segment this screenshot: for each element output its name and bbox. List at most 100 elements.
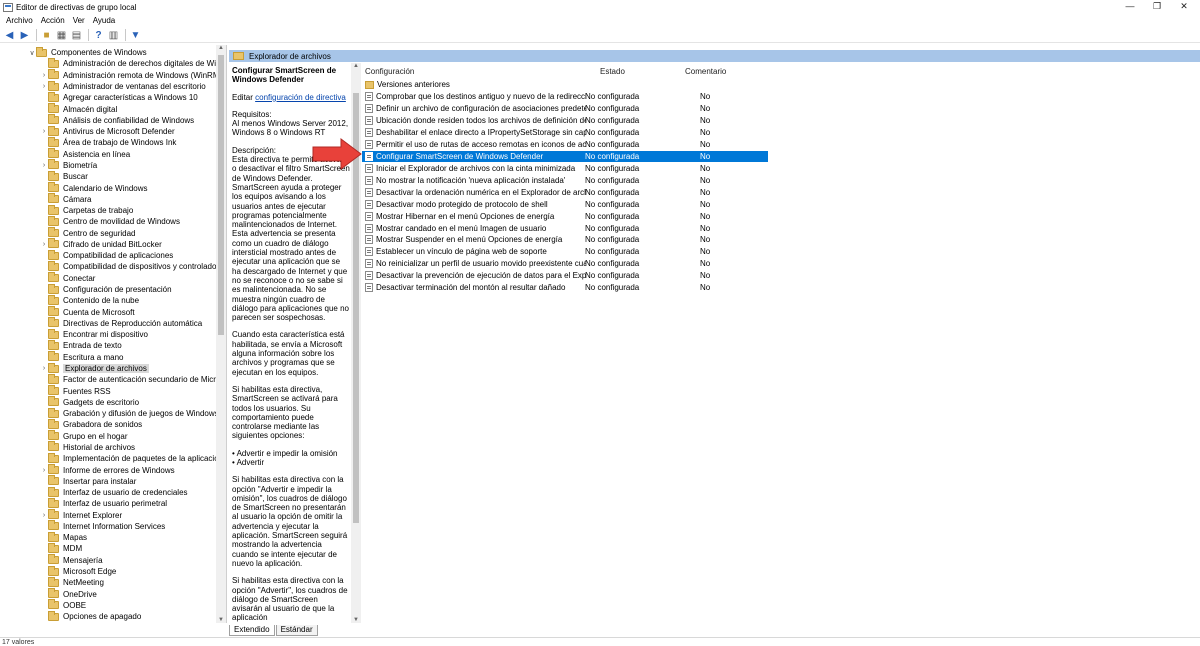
tree-item[interactable]: Directivas de Reproducción automática xyxy=(40,317,202,329)
expand-icon[interactable]: › xyxy=(40,162,48,169)
tree-item[interactable]: Interfaz de usuario perimetral xyxy=(40,497,167,509)
tree-item[interactable]: › Antivirus de Microsoft Defender xyxy=(40,125,175,137)
policy-row[interactable]: Mostrar Suspender en el menú Opciones de… xyxy=(362,234,768,246)
policy-row[interactable]: Desactivar modo protegido de protocolo d… xyxy=(362,198,768,210)
tree-item[interactable]: Administración de derechos digitales de … xyxy=(40,57,226,69)
menu-ayuda[interactable]: Ayuda xyxy=(89,14,120,27)
tree-item[interactable]: Internet Information Services xyxy=(40,520,165,532)
tree-item[interactable]: Grabación y difusión de juegos de Window… xyxy=(40,407,219,419)
export-list-icon[interactable]: ▤ xyxy=(70,29,83,42)
policy-row[interactable]: Mostrar candado en el menú Imagen de usu… xyxy=(362,222,768,234)
tree-item[interactable]: Opciones de apagado xyxy=(40,610,141,622)
tree-item[interactable]: Interfaz de usuario de credenciales xyxy=(40,486,188,498)
tree-item[interactable]: Centro de movilidad de Windows xyxy=(40,215,180,227)
tree-item[interactable]: Centro de seguridad xyxy=(40,227,136,239)
scroll-down-icon[interactable]: ▼ xyxy=(216,617,226,623)
scroll-up-icon[interactable]: ▲ xyxy=(351,63,361,69)
tab-estandar[interactable]: Estándar xyxy=(275,625,318,636)
maximize-button[interactable]: ❐ xyxy=(1147,0,1167,14)
show-hide-tree-icon[interactable]: ▦ xyxy=(55,29,68,42)
tree-item[interactable]: › Internet Explorer xyxy=(40,509,122,521)
properties-icon[interactable]: ▥ xyxy=(107,29,120,42)
scroll-thumb[interactable] xyxy=(218,55,224,335)
tree-item[interactable]: Carpetas de trabajo xyxy=(40,204,133,216)
scroll-down-icon[interactable]: ▼ xyxy=(351,617,361,623)
expand-icon[interactable]: › xyxy=(40,241,48,248)
tree-item[interactable]: › Cifrado de unidad BitLocker xyxy=(40,238,162,250)
close-button[interactable]: ✕ xyxy=(1174,0,1194,14)
tree-item[interactable]: Configuración de presentación xyxy=(40,283,172,295)
policy-row[interactable]: Desactivar terminación del montón al res… xyxy=(362,282,768,294)
tree-item[interactable]: Factor de autenticación secundario de Mi… xyxy=(40,373,224,385)
tree-item[interactable]: Mapas xyxy=(40,531,87,543)
policy-row[interactable]: No reinicializar un perfil de usuario mo… xyxy=(362,258,768,270)
tree-item[interactable]: OneDrive xyxy=(40,588,97,599)
tree-item[interactable]: Grabadora de sonidos xyxy=(40,418,142,430)
tree-item[interactable]: Contenido de la nube xyxy=(40,294,139,306)
column-header-setting[interactable]: Configuración xyxy=(365,67,414,76)
policy-row[interactable]: Desactivar la ordenación numérica en el … xyxy=(362,186,768,198)
tree-item[interactable]: Agregar características a Windows 10 xyxy=(40,91,198,103)
policy-row[interactable]: Mostrar Hibernar en el menú Opciones de … xyxy=(362,210,768,222)
policy-row[interactable]: Definir un archivo de configuración de a… xyxy=(362,103,768,115)
collapse-icon[interactable]: ∨ xyxy=(28,49,36,57)
tree-item[interactable]: Cámara xyxy=(40,193,91,205)
tree-item[interactable]: Compatibilidad de dispositivos y control… xyxy=(40,260,224,272)
tree-item[interactable]: Gadgets de escritorio xyxy=(40,396,139,408)
edit-policy-link[interactable]: configuración de directiva xyxy=(255,93,346,102)
expand-icon[interactable]: › xyxy=(40,83,48,90)
tree-item[interactable]: Historial de archivos xyxy=(40,441,135,453)
expand-icon[interactable]: › xyxy=(40,365,48,372)
tree-item[interactable]: Conectar xyxy=(40,272,95,284)
column-header-comment[interactable]: Comentario xyxy=(685,67,726,76)
policy-row[interactable]: Iniciar el Explorador de archivos con la… xyxy=(362,163,768,175)
menu-archivo[interactable]: Archivo xyxy=(2,14,37,27)
policy-row[interactable]: Desactivar la prevención de ejecución de… xyxy=(362,270,768,282)
tree-item[interactable]: Fuentes RSS xyxy=(40,385,111,396)
tree-item[interactable]: Entrada de texto xyxy=(40,339,122,351)
expand-icon[interactable]: › xyxy=(40,128,48,135)
minimize-button[interactable]: — xyxy=(1120,0,1140,14)
tree-item[interactable]: Almacén digital xyxy=(40,103,117,114)
tree-item[interactable]: Escritura a mano xyxy=(40,351,123,363)
filter-icon[interactable]: ▼ xyxy=(129,29,142,42)
tree-item[interactable]: › Explorador de archivos xyxy=(40,362,149,374)
up-folder-icon[interactable]: ■ xyxy=(40,29,53,42)
expand-icon[interactable]: › xyxy=(40,72,48,79)
expand-icon[interactable]: › xyxy=(40,512,48,519)
tree-item[interactable]: › Biometría xyxy=(40,159,97,171)
menu-accion[interactable]: Acción xyxy=(37,14,69,27)
policy-row[interactable]: Establecer un vínculo de página web de s… xyxy=(362,246,768,258)
scroll-up-icon[interactable]: ▲ xyxy=(216,45,226,51)
policy-row[interactable]: Configurar SmartScreen de Windows Defend… xyxy=(362,150,768,163)
tree-item[interactable]: Calendario de Windows xyxy=(40,182,148,193)
expand-icon[interactable]: › xyxy=(40,467,48,474)
policy-row[interactable]: Permitir el uso de rutas de acceso remot… xyxy=(362,139,768,151)
policy-row[interactable]: Deshabilitar el enlace directo a IProper… xyxy=(362,127,768,139)
menu-ver[interactable]: Ver xyxy=(69,14,89,27)
folder-row[interactable]: Versiones anteriores xyxy=(362,79,768,91)
policy-row[interactable]: Ubicación donde residen todos los archiv… xyxy=(362,115,768,127)
tree-item[interactable]: › Administración remota de Windows (WinRM… xyxy=(40,69,222,81)
tree-item[interactable]: Cuenta de Microsoft xyxy=(40,306,135,317)
tree-item[interactable]: Asistencia en línea xyxy=(40,148,130,160)
column-header-state[interactable]: Estado xyxy=(600,67,625,76)
tree-item[interactable]: Área de trabajo de Windows Ink xyxy=(40,136,176,148)
tab-extendido[interactable]: Extendido xyxy=(229,625,275,636)
tree-item[interactable]: Compatibilidad de aplicaciones xyxy=(40,249,173,261)
tree-item[interactable]: Grupo en el hogar xyxy=(40,430,128,442)
tree-item[interactable]: MDM xyxy=(40,542,82,554)
tree-item[interactable]: Insertar para instalar xyxy=(40,475,136,487)
tree-item[interactable]: Análisis de confiabilidad de Windows xyxy=(40,114,194,126)
tree-item[interactable]: › Administrador de ventanas del escritori… xyxy=(40,80,206,92)
tree-item[interactable]: Implementación de paquetes de la aplicac… xyxy=(40,452,223,464)
tree-item[interactable]: › Informe de errores de Windows xyxy=(40,464,175,475)
tree-scrollbar[interactable]: ▲ ▼ xyxy=(216,45,226,623)
tree-item[interactable]: OOBE xyxy=(40,599,86,611)
forward-icon[interactable]: ▶ xyxy=(18,29,31,42)
tree-item[interactable]: Microsoft Edge xyxy=(40,565,116,577)
tree-item[interactable]: Encontrar mi dispositivo xyxy=(40,328,148,340)
help-icon[interactable]: ? xyxy=(92,29,105,42)
policy-row[interactable]: Comprobar que los destinos antiguo y nue… xyxy=(362,91,768,103)
tree-item[interactable]: Mensajería xyxy=(40,554,103,566)
